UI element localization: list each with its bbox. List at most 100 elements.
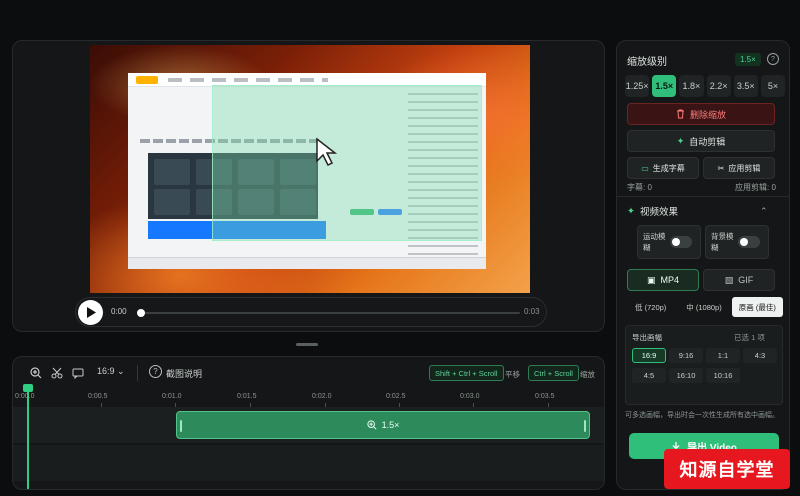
ratio-option[interactable]: 4:5 xyxy=(632,368,666,383)
zoom-level-options: 1.25× 1.5× 1.8× 2.2× 3.5× 5× xyxy=(625,75,786,97)
subtitle-icon: ▭ xyxy=(641,163,649,173)
total-duration: 0:03 xyxy=(524,307,540,316)
apply-clip-button[interactable]: ✂ 应用剪辑 xyxy=(703,157,775,179)
zoom-level-option[interactable]: 5× xyxy=(760,75,786,97)
ruler-tick-label: 0:03.5 xyxy=(535,393,555,400)
sparkle-icon: ✦ xyxy=(627,205,635,217)
seek-bar[interactable] xyxy=(140,312,520,314)
video-effects-header[interactable]: ✦ 视频效果 xyxy=(627,204,678,219)
scissors-icon[interactable] xyxy=(50,366,64,380)
delete-zoom-button[interactable]: 删除缩放 xyxy=(627,103,775,125)
background-blur-card: 背景模糊 xyxy=(705,225,769,259)
chevron-down-icon: ⌄ xyxy=(117,366,125,376)
shortcut-zoom-label: 缩放 xyxy=(580,370,595,379)
recorded-logo xyxy=(136,76,158,84)
panel-resize-handle[interactable] xyxy=(296,343,318,346)
generate-subtitle-label: 生成字幕 xyxy=(652,163,685,173)
ruler-tick-label: 0:00.5 xyxy=(88,393,108,400)
video-effects-title: 视频效果 xyxy=(639,207,678,218)
delete-zoom-label: 删除缩放 xyxy=(689,109,726,120)
export-ratio-selected-count: 已选 1 项 xyxy=(734,333,765,342)
background-blur-toggle[interactable] xyxy=(738,236,760,248)
quality-high-option[interactable]: 原画 (最佳) xyxy=(731,297,783,317)
playhead[interactable] xyxy=(27,387,29,489)
aspect-ratio-select[interactable]: 16:9 ⌄ xyxy=(97,366,125,377)
clip-grip-right[interactable] xyxy=(584,420,586,432)
scissors-icon: ✂ xyxy=(717,163,725,173)
ruler-tick-label: 0:02.0 xyxy=(312,393,332,400)
ratio-option[interactable]: 16:10 xyxy=(669,368,703,383)
timeline-ruler[interactable]: 0:00.0 0:00.5 0:01.0 0:01.5 0:02.0 0:02.… xyxy=(13,391,604,407)
playback-controls: 0:00 0:03 xyxy=(75,297,547,327)
help-icon[interactable]: ? xyxy=(149,365,162,378)
zoom-level-option[interactable]: 1.25× xyxy=(625,75,650,97)
watermark-logo: 知源自学堂 xyxy=(664,449,790,489)
zoom-level-option[interactable]: 3.5× xyxy=(733,75,758,97)
format-mp4-button[interactable]: ▣ MP4 xyxy=(627,269,699,291)
quality-mid-option[interactable]: 中 (1080p) xyxy=(678,297,729,317)
quality-options: 低 (720p) 中 (1080p) 原画 (最佳) xyxy=(625,297,783,317)
video-preview-panel: 0:00 0:03 xyxy=(12,40,605,332)
export-ratio-box: 导出画幅 已选 1 项 16:9 9:16 1:1 4:3 4:5 16:10 … xyxy=(625,325,783,405)
motion-blur-label: 运动模糊 xyxy=(643,232,666,252)
secondary-track[interactable] xyxy=(13,445,604,481)
ruler-tick-label: 0:02.5 xyxy=(386,393,406,400)
ruler-tick-label: 0:01.0 xyxy=(162,393,182,400)
format-gif-label: GIF xyxy=(738,275,754,285)
video-file-icon: ▣ xyxy=(646,274,656,285)
zoom-level-title: 缩放级别 xyxy=(627,57,667,68)
toolbar-divider xyxy=(137,365,138,381)
subtitle-count: 字幕: 0 xyxy=(627,183,652,192)
format-mp4-label: MP4 xyxy=(660,275,680,285)
zoom-level-option[interactable]: 1.8× xyxy=(679,75,704,97)
zoom-clip[interactable]: 1.5× xyxy=(176,411,590,439)
ratio-option[interactable]: 4:3 xyxy=(743,348,777,363)
help-label[interactable]: 截图说明 xyxy=(166,367,202,380)
ratio-option[interactable]: 9:16 xyxy=(669,348,703,363)
zoom-clip-label: 1.5× xyxy=(381,420,400,430)
clip-grip-left[interactable] xyxy=(180,420,182,432)
ruler-tick-label: 0:00.0 xyxy=(15,393,35,400)
motion-blur-card: 运动模糊 xyxy=(637,225,701,259)
zoom-region-overlay[interactable] xyxy=(212,85,482,241)
export-ratio-note: 可多选画幅，导出时会一次性生成所有选中画幅。 xyxy=(625,412,779,419)
ratio-option[interactable]: 10:16 xyxy=(706,368,740,383)
background-blur-label: 背景模糊 xyxy=(711,232,734,252)
zoom-in-icon xyxy=(366,420,377,430)
cursor-icon xyxy=(316,137,338,167)
play-button[interactable] xyxy=(78,300,103,325)
recorded-card xyxy=(154,189,190,215)
auto-edit-button[interactable]: ✦ 自动剪辑 xyxy=(627,130,775,152)
current-time: 0:00 xyxy=(111,307,127,316)
shortcut-pan-key: Shift + Ctrl + Scroll xyxy=(429,365,504,381)
recorded-nav xyxy=(168,78,328,82)
ratio-option-selected[interactable]: 16:9 xyxy=(632,348,666,363)
play-icon xyxy=(86,307,96,318)
generate-subtitle-button[interactable]: ▭ 生成字幕 xyxy=(627,157,699,179)
ruler-tick-label: 0:03.0 xyxy=(460,393,480,400)
chevron-up-icon[interactable]: ⌃ xyxy=(760,206,768,217)
help-icon[interactable]: ? xyxy=(767,53,779,65)
zoom-value-badge: 1.5× xyxy=(735,53,761,66)
zoom-level-option-selected[interactable]: 1.5× xyxy=(652,75,677,97)
seek-handle[interactable] xyxy=(137,309,145,317)
motion-blur-toggle[interactable] xyxy=(670,236,692,248)
export-ratio-title: 导出画幅 xyxy=(632,333,662,342)
section-divider xyxy=(617,196,789,197)
subtitle-icon[interactable] xyxy=(71,366,85,380)
quality-low-option[interactable]: 低 (720p) xyxy=(625,297,676,317)
trash-icon xyxy=(676,109,684,119)
apply-clip-label: 应用剪辑 xyxy=(728,163,761,173)
ruler-tick-label: 0:01.5 xyxy=(237,393,257,400)
zoom-add-icon[interactable] xyxy=(29,366,43,380)
zoom-level-option[interactable]: 2.2× xyxy=(706,75,731,97)
video-frame xyxy=(90,45,530,293)
settings-panel: 缩放级别 1.5× ? 1.25× 1.5× 1.8× 2.2× 3.5× 5×… xyxy=(616,40,790,490)
recorded-card xyxy=(154,159,190,185)
auto-edit-label: 自动剪辑 xyxy=(689,136,726,147)
ratio-option[interactable]: 1:1 xyxy=(706,348,740,363)
shortcut-zoom-key: Ctrl + Scroll xyxy=(528,365,579,381)
aspect-ratio-value: 16:9 xyxy=(97,366,115,376)
format-gif-button[interactable]: ▧ GIF xyxy=(703,269,775,291)
sparkle-icon: ✦ xyxy=(676,135,685,146)
